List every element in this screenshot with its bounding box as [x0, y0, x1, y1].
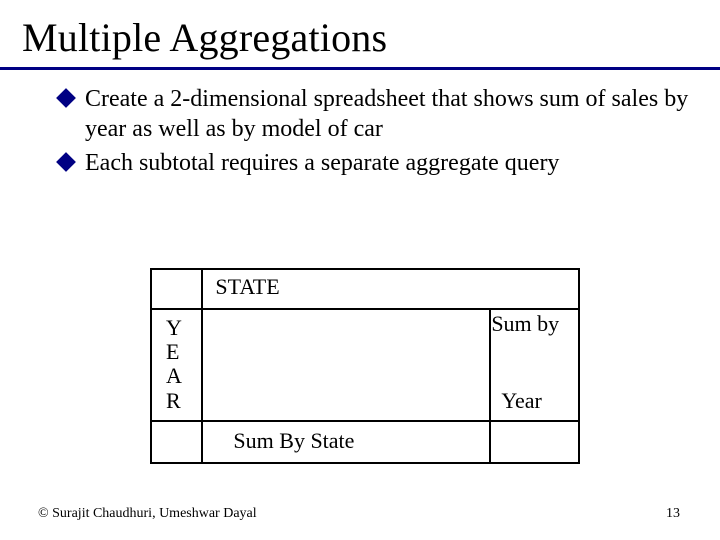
- grid-sum-by-year-cell: Sum by Year: [490, 309, 579, 421]
- year-label: Year: [501, 387, 542, 415]
- bullet-list: Create a 2-dimensional spreadsheet that …: [0, 84, 720, 178]
- sum-by-state-label: Sum By State: [203, 422, 489, 454]
- diamond-bullet-icon: [56, 88, 76, 108]
- grid-bottom-right-cell: [490, 421, 579, 463]
- grid-row-header: YEAR: [151, 309, 202, 421]
- grid-corner-cell: [151, 269, 202, 309]
- title-underline: [0, 67, 720, 70]
- grid-col-header: STATE: [202, 269, 490, 309]
- footer-copyright: © Surajit Chaudhuri, Umeshwar Dayal: [38, 506, 257, 522]
- aggregation-grid: STATE YEAR Sum by Year Sum By State: [150, 268, 580, 464]
- state-label: STATE: [203, 270, 490, 300]
- bullet-text: Create a 2-dimensional spreadsheet that …: [85, 86, 688, 142]
- grid-bottom-left-cell: [151, 421, 202, 463]
- grid-top-right-cell: [490, 269, 579, 309]
- footer-page-number: 13: [666, 506, 680, 522]
- diamond-bullet-icon: [56, 152, 76, 172]
- slide-title: Multiple Aggregations: [0, 0, 720, 61]
- bullet-item: Each subtotal requires a separate aggreg…: [85, 148, 690, 178]
- year-vertical-label: YEAR: [152, 310, 201, 413]
- bullet-item: Create a 2-dimensional spreadsheet that …: [85, 84, 690, 144]
- sum-by-label: Sum by: [491, 310, 578, 338]
- grid-body-cell: [202, 309, 490, 421]
- grid-sum-by-state-cell: Sum By State: [202, 421, 490, 463]
- bullet-text: Each subtotal requires a separate aggreg…: [85, 150, 559, 176]
